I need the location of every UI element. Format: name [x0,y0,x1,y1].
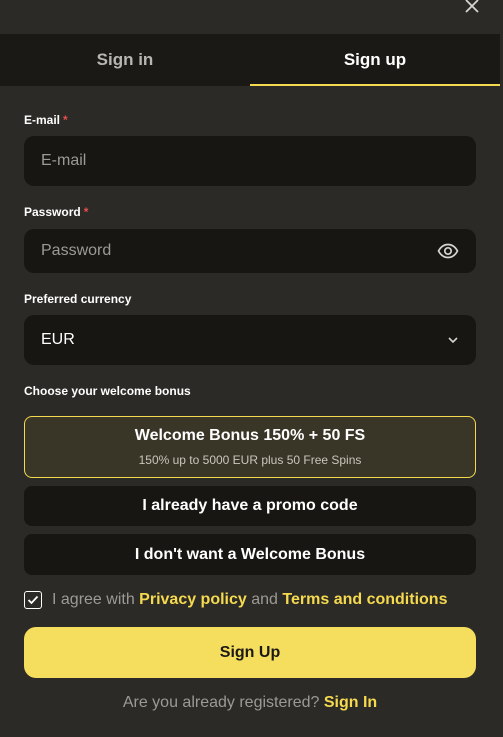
bonus-option-promo-code[interactable]: I already have a promo code [24,486,476,526]
email-label: E-mail * [24,113,68,127]
eye-icon[interactable] [437,243,459,259]
bonus-option-subtitle: 150% up to 5000 EUR plus 50 Free Spins [138,453,362,467]
email-field [24,136,476,186]
agreement-checkbox[interactable] [24,591,42,609]
tab-sign-in[interactable]: Sign in [0,34,250,86]
bonus-option-title: I already have a promo code [142,497,358,514]
password-required-mark: * [83,205,89,219]
agreement-conjunction: and [251,591,278,608]
agreement-row: I agree with Privacy policy and Terms an… [24,591,447,609]
sign-up-button[interactable]: Sign Up [24,627,476,678]
currency-value: EUR [41,331,75,348]
password-input[interactable] [41,242,437,260]
password-label-text: Password [24,205,81,219]
bonus-option-title: I don't want a Welcome Bonus [134,545,366,563]
email-required-mark: * [63,113,68,127]
chevron-down-icon [448,337,458,344]
bonus-heading: Choose your welcome bonus [24,384,191,398]
bonus-option-title: Welcome Bonus 150% + 50 FS [134,427,366,444]
email-input[interactable] [41,152,459,170]
signin-prompt: Are you already registered? Sign In [0,694,500,712]
agreement-prefix: I agree with [52,591,135,608]
privacy-policy-link[interactable]: Privacy policy [139,591,247,609]
email-label-text: E-mail [24,113,61,127]
checkmark-icon [27,595,39,605]
bonus-option-no-bonus[interactable]: I don't want a Welcome Bonus [24,534,476,575]
password-label: Password * [24,205,88,219]
signup-modal: Sign in Sign up E-mail* Password* Prefer… [0,0,503,737]
auth-tabs: Sign in Sign up [0,34,500,86]
bonus-option-welcome[interactable]: Welcome Bonus 150% + 50 FS 150% up to 50… [24,416,476,478]
terms-link[interactable]: Terms and conditions [282,591,447,609]
close-icon[interactable] [463,0,481,14]
tab-sign-up[interactable]: Sign up [250,34,500,86]
currency-select[interactable]: EUR [24,315,476,365]
currency-label: Preferred currency [24,292,132,306]
sign-in-link[interactable]: Sign In [324,694,377,711]
password-field [24,229,476,273]
signin-question: Are you already registered? [122,694,320,711]
